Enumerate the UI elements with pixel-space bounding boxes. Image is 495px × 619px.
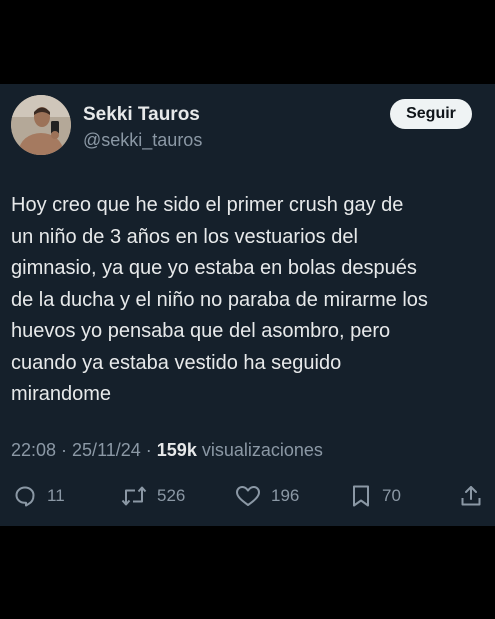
follow-button[interactable]: Seguir (390, 99, 472, 129)
heart-icon (236, 486, 260, 506)
retweet-button[interactable]: 526 (121, 484, 185, 508)
tweet-text-line: cuando ya estaba vestido ha seguido (11, 351, 342, 374)
tweet-text-line: huevos yo pensaba que del asombro, pero (11, 320, 391, 342)
tweet-meta: 22:08 · 25/11/24 · 159k visualizaciones (11, 440, 323, 461)
author-handle[interactable]: @sekki_tauros (83, 130, 202, 151)
share-icon (461, 486, 481, 506)
reply-icon (15, 486, 35, 507)
like-count: 196 (271, 486, 300, 505)
retweet-count: 526 (157, 486, 186, 505)
action-bar: 11 526 196 70 (0, 484, 495, 508)
author-name[interactable]: Sekki Tauros (83, 104, 200, 126)
reply-count: 11 (47, 486, 65, 505)
share-button[interactable] (459, 484, 483, 508)
avatar-photo (11, 95, 71, 155)
avatar[interactable] (11, 95, 71, 155)
screenshot-frame: Sekki Tauros @sekki_tauros Seguir Hoy cr… (0, 0, 495, 619)
bookmark-button[interactable]: 70 (350, 484, 401, 508)
tweet-timestamp[interactable]: 22:08 · 25/11/24 · (11, 440, 157, 460)
tweet-text: Hoy creo que he sido el primer crush gay… (11, 190, 491, 411)
tweet-text-line: un niño de 3 años en los vestuarios del (11, 225, 358, 248)
tweet-text-line: mirandome (11, 383, 112, 405)
bookmark-count: 70 (382, 486, 401, 505)
reply-button[interactable]: 11 (13, 484, 65, 508)
tweet-text-line: de la ducha y el niño no paraba de mirar… (11, 288, 428, 311)
like-button[interactable]: 196 (235, 484, 299, 508)
views-count: 159k (156, 440, 197, 460)
retweet-icon (121, 486, 147, 506)
views-label: visualizaciones (196, 440, 323, 460)
tweet-card: Sekki Tauros @sekki_tauros Seguir Hoy cr… (0, 84, 495, 526)
tweet-text-line: gimnasio, ya que yo estaba en bolas desp… (11, 257, 417, 279)
bookmark-icon (353, 485, 369, 507)
tweet-text-line: Hoy creo que he sido el primer crush gay… (11, 194, 404, 216)
